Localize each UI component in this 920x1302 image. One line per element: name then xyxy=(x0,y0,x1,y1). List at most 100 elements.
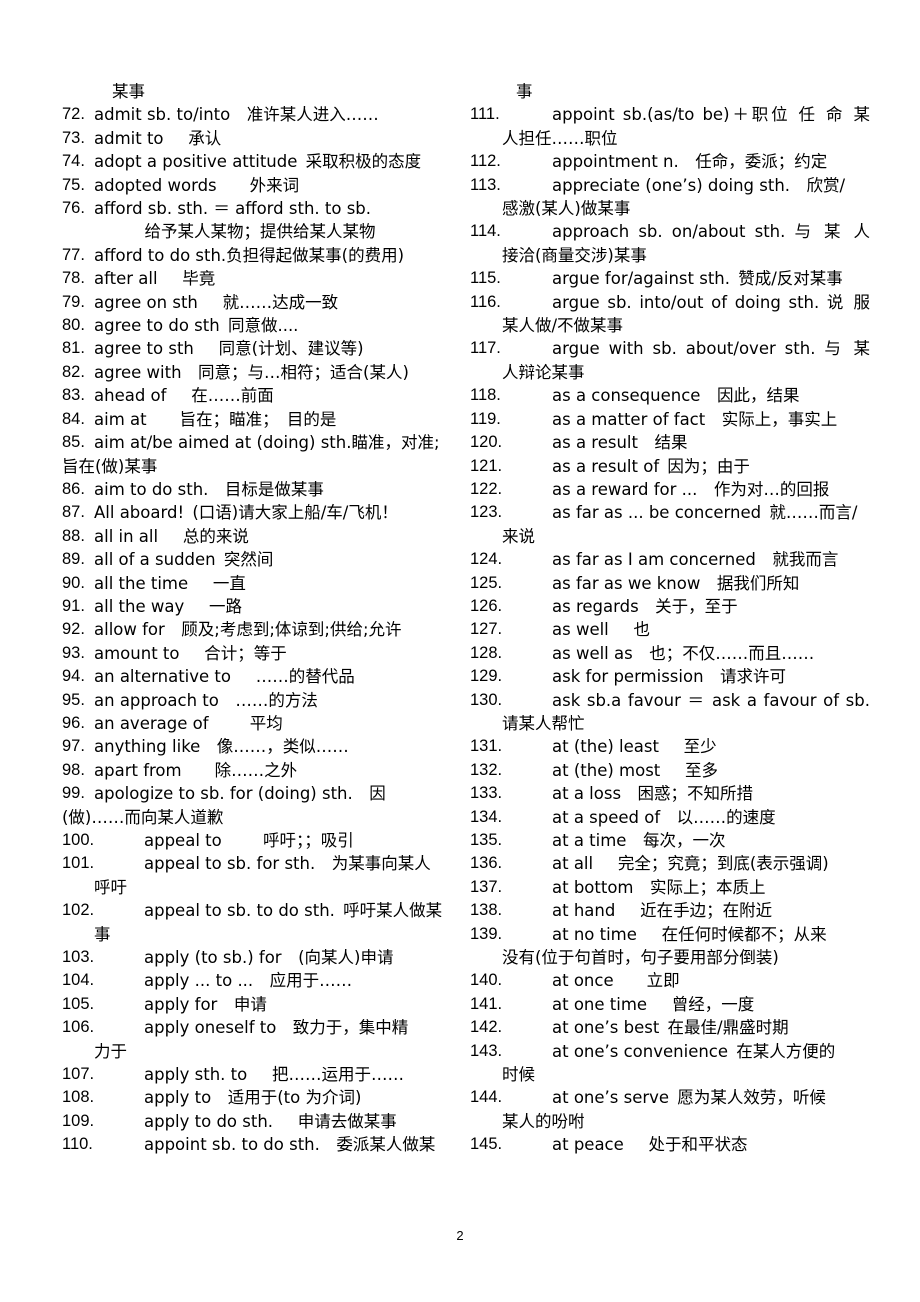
entry-line-1: adopted words 外来词 xyxy=(94,175,300,195)
entry-text: as far as I am concerned 就我而言 xyxy=(552,548,870,571)
vocabulary-entry: 120. as a result 结果 xyxy=(470,431,870,454)
entry-line-1: argue with sb. about/over sth. 与 某 xyxy=(552,339,870,359)
entry-line-1: apply to 适用于(to 为介词) xyxy=(144,1088,362,1108)
entry-text: admit to 承认 xyxy=(94,127,462,150)
entry-number: 105. xyxy=(62,994,95,1013)
entry-text: as a result 结果 xyxy=(552,431,870,454)
entry-number: 91. xyxy=(62,596,85,615)
entry-text: at bottom 实际上；本质上 xyxy=(552,876,870,899)
entry-number: 72. xyxy=(62,105,85,124)
entry-line-2: 力于 xyxy=(94,1041,127,1061)
entry-text: all in all 总的来说 xyxy=(94,525,462,548)
entry-line-2: 接洽(商量交涉)某事 xyxy=(502,245,647,265)
vocabulary-entry: 139. at no time 在任何时候都不；从来 没有(位于句首时，句子要用部分… xyxy=(470,923,870,970)
entry-line-1: apply oneself to 致力于，集中精 xyxy=(144,1018,409,1038)
entry-number: 119. xyxy=(470,409,501,428)
vocabulary-entry: 96. an average of 平均 xyxy=(62,712,462,735)
entry-line-1: as a result of 因为；由于 xyxy=(552,456,750,476)
entry-line-1: aim at/be aimed at (doing) sth.瞄准，对准; xyxy=(94,433,440,453)
entry-line-1: all the time 一直 xyxy=(94,573,246,593)
vocabulary-entry: 100. appeal to 呼吁；；吸引 xyxy=(62,829,462,852)
entry-text: at (the) most 至多 xyxy=(552,759,870,782)
vocabulary-entry: 133. at a loss 困惑；不知所措 xyxy=(470,782,870,805)
vocabulary-entry: 91. all the way 一路 xyxy=(62,595,462,618)
vocabulary-entry: 131. at (the) least 至少 xyxy=(470,735,870,758)
vocabulary-entry: 127. as well 也 xyxy=(470,618,870,641)
vocabulary-entry: 94. an alternative to ……的替代品 xyxy=(62,665,462,688)
entry-number: 79. xyxy=(62,292,85,311)
entry-text: at a speed of 以……的速度 xyxy=(552,806,870,829)
entry-number: 110. xyxy=(62,1135,93,1154)
vocabulary-entry: 144. at one’s serve 愿为某人效劳，听候 某人的吩咐 xyxy=(470,1086,870,1133)
vocabulary-entry: 97. anything like 像……，类似…… xyxy=(62,735,462,758)
entry-line-1: appoint sb.(as/to be)＋职位 任 命 某 xyxy=(552,105,870,125)
entry-line-2: 某人的吩咐 xyxy=(502,1111,585,1131)
entry-number: 94. xyxy=(62,667,85,686)
entry-number: 84. xyxy=(62,409,85,428)
vocabulary-entry: 106. apply oneself to 致力于，集中精 力于 xyxy=(62,1016,462,1063)
entry-number: 121. xyxy=(470,456,503,475)
entry-number: 138. xyxy=(470,901,503,920)
entry-text: at no time 在任何时候都不；从来 没有(位于句首时，句子要用部分倒装) xyxy=(502,923,870,970)
entry-text: ask for permission 请求许可 xyxy=(552,665,870,688)
entry-line-1: agree with 同意；与…相符；适合(某人) xyxy=(94,362,409,382)
entry-line-2: 某人做/不做某事 xyxy=(502,316,624,336)
entry-number: 85. xyxy=(62,433,85,452)
vocabulary-entry: 74. adopt a positive attitude 采取积极的态度 xyxy=(62,150,462,173)
vocabulary-entry: 72. admit sb. to/into 准许某人进入…… xyxy=(62,103,462,126)
entry-text: aim at 旨在；瞄准； 目的是 xyxy=(94,408,462,431)
entry-line-1: adopt a positive attitude 采取积极的态度 xyxy=(94,152,422,172)
entry-number: 111. xyxy=(470,105,500,124)
entry-line-2: 来说 xyxy=(502,526,535,546)
entry-number: 145. xyxy=(470,1135,503,1154)
vocabulary-entry: 98. apart from 除……之外 xyxy=(62,759,462,782)
entry-number: 107. xyxy=(62,1065,95,1084)
entry-line-1: at one’s best 在最佳/鼎盛时期 xyxy=(552,1018,789,1038)
entry-text: allow for 顾及;考虑到;体谅到;供给;允许 xyxy=(94,618,462,641)
entry-text: as a reward for ... 作为对…的回报 xyxy=(552,478,870,501)
entry-text: at a time 每次，一次 xyxy=(552,829,870,852)
entry-text: all the time 一直 xyxy=(94,572,462,595)
vocabulary-entry: 104. apply ... to ... 应用于…… xyxy=(62,969,462,992)
entry-text: as a matter of fact 实际上，事实上 xyxy=(552,408,870,431)
entry-number: 82. xyxy=(62,362,85,381)
right-column-entry-list: 111. appoint sb.(as/to be)＋职位 任 命 某人担任……职… xyxy=(470,103,870,1156)
entry-text: as regards 关于，至于 xyxy=(552,595,870,618)
vocabulary-entry: 80. agree to do sth 同意做.... xyxy=(62,314,462,337)
entry-line-1: all the way 一路 xyxy=(94,596,242,616)
right-column-continuation-text: 事 xyxy=(516,82,533,101)
entry-number: 134. xyxy=(470,807,503,826)
entry-number: 114. xyxy=(470,222,501,241)
entry-text: apply ... to ... 应用于…… xyxy=(144,969,462,992)
entry-line-1: appeal to sb. for sth. 为某事向某人 xyxy=(144,854,431,874)
entry-text: apply for 申请 xyxy=(144,993,462,1016)
vocabulary-entry: 108. apply to 适用于(to 为介词) xyxy=(62,1086,462,1109)
vocabulary-entry: 105. apply for 申请 xyxy=(62,993,462,1016)
vocabulary-entry: 121. as a result of 因为；由于 xyxy=(470,455,870,478)
entry-line-1: at (the) most 至多 xyxy=(552,760,719,780)
entry-text: all the way 一路 xyxy=(94,595,462,618)
right-column: 事 111. appoint sb.(as/to be)＋职位 任 命 某人担任…… xyxy=(470,80,870,1157)
entry-text: admit sb. to/into 准许某人进入…… xyxy=(94,103,462,126)
entry-line-1: at one’s convenience 在某人方便的 xyxy=(552,1041,836,1061)
vocabulary-entry: 92. allow for 顾及;考虑到;体谅到;供给;允许 xyxy=(62,618,462,641)
entry-number: 109. xyxy=(62,1111,95,1130)
vocabulary-entry: 73. admit to 承认 xyxy=(62,127,462,150)
entry-text: as well 也 xyxy=(552,618,870,641)
vocabulary-entry: 101. appeal to sb. for sth. 为某事向某人 呼吁 xyxy=(62,852,462,899)
entry-number: 131. xyxy=(470,737,503,756)
vocabulary-entry: 89. all of a sudden 突然间 xyxy=(62,548,462,571)
entry-line-1: at no time 在任何时候都不；从来 xyxy=(552,924,827,944)
vocabulary-entry: 132. at (the) most 至多 xyxy=(470,759,870,782)
entry-text: appointment n. 任命，委派；约定 xyxy=(552,150,870,173)
entry-text: after all 毕竟 xyxy=(94,267,462,290)
entry-text: as a result of 因为；由于 xyxy=(552,455,870,478)
entry-text: afford sb. sth. ＝ afford sth. to sb. 给予某… xyxy=(94,197,462,244)
vocabulary-entry: 140. at once 立即 xyxy=(470,969,870,992)
entry-number: 137. xyxy=(470,877,503,896)
entry-text: as a consequence 因此，结果 xyxy=(552,384,870,407)
entry-text: agree on sth 就……达成一致 xyxy=(94,291,462,314)
entry-line-2: 旨在(做)某事 xyxy=(62,456,158,476)
entry-text: at one’s convenience 在某人方便的 时候 xyxy=(502,1040,870,1087)
entry-line-2: (做)……而向某人道歉 xyxy=(62,807,224,827)
